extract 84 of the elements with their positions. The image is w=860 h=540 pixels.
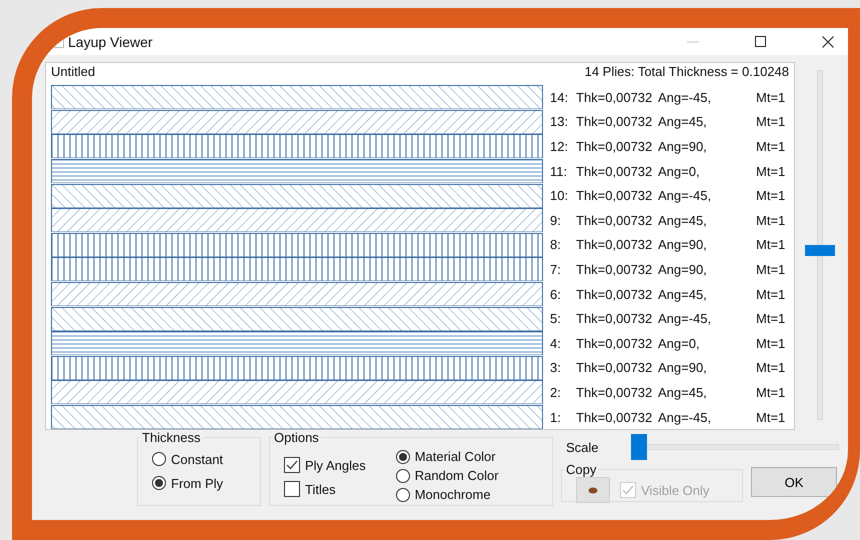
ply-thickness: Thk=0,00732 <box>576 360 654 376</box>
ply-angle: Ang=-45, <box>658 188 712 204</box>
ply-material: Mt=1 <box>756 212 786 228</box>
ply-index: 13: <box>550 114 570 130</box>
radio-option[interactable]: Material Color <box>396 447 499 466</box>
maximize-icon[interactable] <box>755 36 766 47</box>
checkbox-option[interactable]: Titles <box>284 477 366 501</box>
scale-slider[interactable] <box>631 434 839 460</box>
ply-material: Mt=1 <box>756 262 786 277</box>
ply-index: 2: <box>550 384 562 400</box>
ply-thickness: Thk=0,00732 <box>576 384 654 400</box>
layup-summary: 14 Plies: Total Thickness = 0.10248 <box>584 64 789 79</box>
checkbox-option[interactable]: Ply Angles <box>284 453 366 477</box>
ply-index: 6: <box>550 286 562 302</box>
ply-material: Mt=1 <box>756 138 786 154</box>
layup-title: Untitled <box>51 64 96 79</box>
ok-button[interactable]: OK <box>751 467 837 497</box>
window-title: Layup Viewer <box>68 34 153 50</box>
radio-option[interactable]: From Ply <box>152 471 252 495</box>
ply-thickness: Thk=0,00732 <box>576 138 654 154</box>
ply-material: Mt=1 <box>756 311 786 326</box>
ply-index: 14: <box>550 90 570 105</box>
ply-material: Mt=1 <box>756 384 786 400</box>
copy-button[interactable] <box>576 477 610 503</box>
radio-icon[interactable] <box>396 468 410 482</box>
ply-index: 1: <box>550 410 562 425</box>
ply-material: Mt=1 <box>756 188 786 204</box>
ply-thickness: Thk=0,00732 <box>576 311 654 326</box>
ply-thickness: Thk=0,00732 <box>576 90 654 105</box>
ply-index: 12: <box>550 138 570 154</box>
ply-index: 3: <box>550 360 562 376</box>
ply-angle: Ang=45, <box>658 286 708 302</box>
ply-angle: Ang=90, <box>658 262 708 277</box>
ply-thickness: Thk=0,00732 <box>576 212 654 228</box>
ply-angle: Ang=90, <box>658 360 708 376</box>
slider-thumb[interactable] <box>631 434 647 460</box>
radio-option[interactable]: Random Color <box>396 466 499 485</box>
ply-angle: Ang=45, <box>658 114 708 130</box>
group-title: Copy <box>565 462 598 477</box>
group-title: Thickness <box>141 430 202 445</box>
radio-icon[interactable] <box>152 452 166 466</box>
ply-angle: Ang=0, <box>658 336 701 351</box>
ply-thickness: Thk=0,00732 <box>576 114 654 130</box>
ply-material: Mt=1 <box>756 336 786 351</box>
ply-material: Mt=1 <box>756 90 786 105</box>
ply-index: 4: <box>550 336 562 351</box>
ply-angle: Ang=45, <box>658 212 708 228</box>
checkbox-icon[interactable] <box>284 481 300 497</box>
ply-angle: Ang=0, <box>658 164 701 179</box>
ply-material: Mt=1 <box>756 410 786 425</box>
ply-index: 11: <box>550 164 568 179</box>
ply-index: 8: <box>550 237 562 252</box>
checkbox-icon[interactable] <box>284 457 300 473</box>
ply-thickness: Thk=0,00732 <box>576 336 654 351</box>
slider-thumb[interactable] <box>805 245 835 256</box>
radio-icon[interactable] <box>396 488 410 502</box>
ply-material: Mt=1 <box>756 237 786 252</box>
ply-thickness: Thk=0,00732 <box>576 188 654 204</box>
radio-icon[interactable] <box>396 450 410 464</box>
ply-index: 9: <box>550 212 562 228</box>
ply-thickness: Thk=0,00732 <box>576 164 654 179</box>
ply-angle: Ang=-45, <box>658 410 712 425</box>
ply-angle: Ang=90, <box>658 138 708 154</box>
ply-angle: Ang=45, <box>658 384 708 400</box>
ply-material: Mt=1 <box>756 360 786 376</box>
ply-index: 7: <box>550 262 562 277</box>
ply-angle: Ang=-45, <box>658 311 712 326</box>
ply-angle: Ang=-45, <box>658 90 712 105</box>
radio-option[interactable]: Constant <box>152 447 252 471</box>
ply-index: 5: <box>550 311 562 326</box>
close-icon[interactable] <box>822 36 834 48</box>
ply-thickness: Thk=0,00732 <box>576 410 654 425</box>
ply-angle: Ang=90, <box>658 237 708 252</box>
ply-material: Mt=1 <box>756 164 786 179</box>
radio-icon[interactable] <box>152 476 166 490</box>
group-title: Options <box>273 430 320 445</box>
scale-label: Scale <box>566 440 600 454</box>
ply-material: Mt=1 <box>756 286 786 302</box>
ply-index: 10: <box>550 188 570 204</box>
ply-material: Mt=1 <box>756 114 786 130</box>
ply-thickness: Thk=0,00732 <box>576 262 654 277</box>
radio-option[interactable]: Monochrome <box>396 485 499 504</box>
ply-thickness: Thk=0,00732 <box>576 286 654 302</box>
ply-thickness: Thk=0,00732 <box>576 237 654 252</box>
